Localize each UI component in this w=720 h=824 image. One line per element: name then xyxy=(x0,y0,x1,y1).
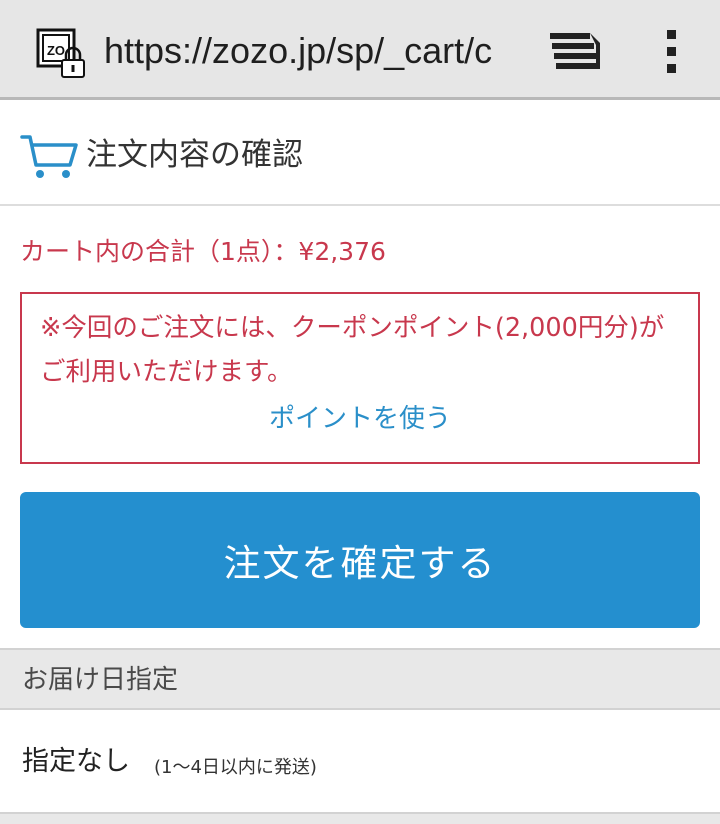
coupon-notice-box: ※今回のご注文には、クーポンポイント(2,000円分)がご利用いただけます。 ポ… xyxy=(20,292,700,464)
address-bar[interactable]: https://zozo.jp/sp/_cart/c xyxy=(104,28,512,74)
overflow-menu-icon[interactable] xyxy=(662,30,682,74)
use-points-link[interactable]: ポイントを使う xyxy=(22,398,698,440)
next-section-header xyxy=(0,814,720,824)
delivery-section-title: お届け日指定 xyxy=(22,665,179,695)
delivery-selected-value: 指定なし xyxy=(22,746,130,777)
coupon-message: ※今回のご注文には、クーポンポイント(2,000円分)がご利用いただけます。 xyxy=(40,313,665,387)
page-title: 注文内容の確認 xyxy=(86,137,303,173)
tabs-icon[interactable] xyxy=(550,33,600,69)
page-header: 注文内容の確認 xyxy=(0,103,720,206)
delivery-date-selector[interactable]: 指定なし (1〜4日以内に発送) xyxy=(0,710,720,814)
delivery-note: (1〜4日以内に発送) xyxy=(154,757,317,778)
confirm-order-button[interactable]: 注文を確定する xyxy=(20,492,700,628)
delivery-date-section-header: お届け日指定 xyxy=(0,648,720,710)
secure-site-icon: ZO xyxy=(36,28,86,80)
cart-total: カート内の合計（1点）：¥2,376 xyxy=(20,237,386,266)
site-icon-text: ZO xyxy=(47,43,65,58)
cart-icon xyxy=(20,133,78,181)
browser-toolbar: ZO https://zozo.jp/sp/_cart/c xyxy=(0,0,720,100)
page: ZO https://zozo.jp/sp/_cart/c 注文内容の確認 カー… xyxy=(0,0,720,824)
